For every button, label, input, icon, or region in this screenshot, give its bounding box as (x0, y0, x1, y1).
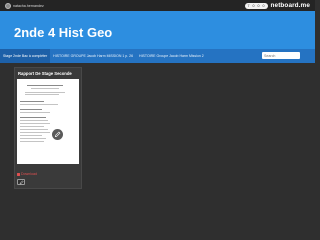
document-thumbnail[interactable] (17, 79, 79, 164)
page-title: 2nde 4 Hist Geo (14, 25, 113, 40)
top-bar: natacha.hernandez 7 0 0 0 netboard.me (0, 0, 315, 11)
pill-count: 0 (257, 3, 260, 8)
download-label: Download (21, 172, 37, 176)
download-icon (17, 172, 20, 176)
username[interactable]: natacha.hernandez (13, 4, 44, 8)
card-title: Rapport De Stage Seconde (18, 71, 72, 76)
pill-count: 0 (262, 3, 265, 8)
user-menu[interactable]: natacha.hernandez (5, 2, 44, 9)
tab-stage[interactable]: Stage 2nde Bac à compléter (0, 49, 51, 63)
download-link[interactable]: Download (17, 172, 37, 176)
top-right-group: 7 0 0 0 netboard.me (244, 2, 310, 9)
pill-count: 0 (252, 3, 255, 8)
avatar[interactable] (5, 2, 11, 9)
tab-mission-1[interactable]: HISTOIRE GROUPE Jacob Harm MISSION 1 p. … (50, 49, 136, 63)
tab-bar: Stage 2nde Bac à compléter HISTOIRE GROU… (0, 49, 315, 63)
search-input[interactable] (262, 52, 300, 59)
pill-count: 7 (247, 3, 250, 8)
notification-pill[interactable]: 7 0 0 0 (244, 2, 268, 9)
tab-mission-2[interactable]: HISTOIRE Groupe Jacob Harm Mission 2 (136, 49, 207, 63)
document-card[interactable]: Rapport De Stage Seconde Download (14, 67, 82, 189)
edit-overlay-button[interactable] (52, 129, 63, 140)
pencil-icon (54, 131, 61, 138)
edit-button[interactable] (17, 179, 25, 185)
brand-logo[interactable]: netboard.me (271, 2, 310, 9)
pencil-icon (19, 179, 24, 184)
